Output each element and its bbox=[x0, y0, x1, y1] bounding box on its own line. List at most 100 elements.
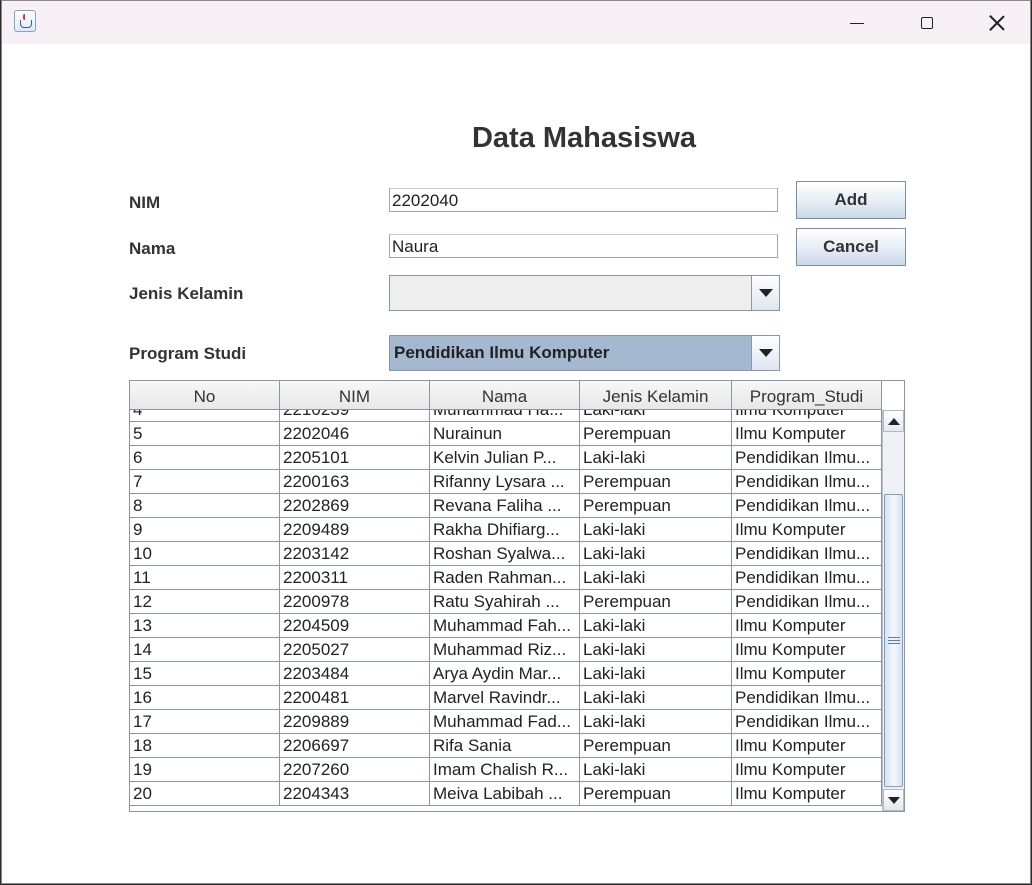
table-cell[interactable]: Muhammad Fad... bbox=[430, 710, 580, 734]
table-cell[interactable]: 14 bbox=[130, 638, 280, 662]
table-cell[interactable]: 19 bbox=[130, 758, 280, 782]
close-button[interactable] bbox=[962, 1, 1030, 44]
table-cell[interactable]: Perempuan bbox=[580, 782, 732, 806]
table-cell[interactable]: 13 bbox=[130, 614, 280, 638]
table-cell[interactable]: Perempuan bbox=[580, 734, 732, 758]
table-cell[interactable]: 2203484 bbox=[280, 662, 430, 686]
table-row[interactable]: 13 2204509 Muhammad Fah... Laki-laki Ilmu Ko… bbox=[130, 614, 882, 638]
table-cell[interactable]: Laki-laki bbox=[580, 410, 732, 422]
table-cell[interactable]: Laki-laki bbox=[580, 446, 732, 470]
scroll-up-button[interactable] bbox=[883, 410, 904, 432]
table-cell[interactable]: Meiva Labibah ... bbox=[430, 782, 580, 806]
table-cell[interactable]: 2205101 bbox=[280, 446, 430, 470]
table-cell[interactable]: Muhammad Fah... bbox=[430, 614, 580, 638]
table-cell[interactable]: Revana Faliha ... bbox=[430, 494, 580, 518]
table-cell[interactable]: Ilmu Komputer bbox=[732, 614, 882, 638]
table-cell[interactable]: Laki-laki bbox=[580, 638, 732, 662]
table-cell[interactable]: Perempuan bbox=[580, 494, 732, 518]
table-cell[interactable]: Rifanny Lysara ... bbox=[430, 470, 580, 494]
table-cell[interactable]: Roshan Syalwa... bbox=[430, 542, 580, 566]
table-cell[interactable]: 15 bbox=[130, 662, 280, 686]
column-header-jenis-kelamin[interactable]: Jenis Kelamin bbox=[580, 381, 732, 409]
table-cell[interactable]: 9 bbox=[130, 518, 280, 542]
table-cell[interactable]: Ilmu Komputer bbox=[732, 782, 882, 806]
table-cell[interactable]: 18 bbox=[130, 734, 280, 758]
table-cell[interactable]: Raden Rahman... bbox=[430, 566, 580, 590]
table-cell[interactable]: 2200163 bbox=[280, 470, 430, 494]
table-cell[interactable]: Ilmu Komputer bbox=[732, 638, 882, 662]
table-cell[interactable]: Perempuan bbox=[580, 590, 732, 614]
table-cell[interactable]: Laki-laki bbox=[580, 758, 732, 782]
table-cell[interactable]: Pendidikan Ilmu... bbox=[732, 542, 882, 566]
table-cell[interactable]: Pendidikan Ilmu... bbox=[732, 566, 882, 590]
table-row[interactable]: 6 2205101 Kelvin Julian P... Laki-laki Pendi… bbox=[130, 446, 882, 470]
table-cell[interactable]: Laki-laki bbox=[580, 566, 732, 590]
jenis-kelamin-select[interactable] bbox=[389, 275, 780, 311]
table-cell[interactable]: Laki-laki bbox=[580, 686, 732, 710]
table-cell[interactable]: Ilmu Komputer bbox=[732, 662, 882, 686]
scroll-down-button[interactable] bbox=[883, 789, 904, 811]
table-row[interactable]: 18 2206697 Rifa Sania Perempuan Ilmu Kompute… bbox=[130, 734, 882, 758]
table-cell[interactable]: Ratu Syahirah ... bbox=[430, 590, 580, 614]
table-cell[interactable]: Ilmu Komputer bbox=[732, 734, 882, 758]
table-cell[interactable]: 2202046 bbox=[280, 422, 430, 446]
table-cell[interactable]: Ilmu Komputer bbox=[732, 422, 882, 446]
table-cell[interactable]: Pendidikan Ilmu... bbox=[732, 494, 882, 518]
table-cell[interactable]: Rakha Dhifiarg... bbox=[430, 518, 580, 542]
table-cell[interactable]: 2204343 bbox=[280, 782, 430, 806]
table-cell[interactable]: 2204509 bbox=[280, 614, 430, 638]
table-cell[interactable]: Ilmu Komputer bbox=[732, 410, 882, 422]
table-row[interactable]: 11 2200311 Raden Rahman... Laki-laki Pendidi… bbox=[130, 566, 882, 590]
table-row[interactable]: 14 2205027 Muhammad Riz... Laki-laki Ilmu Ko… bbox=[130, 638, 882, 662]
table-row[interactable]: 17 2209889 Muhammad Fad... Laki-laki Pendidi… bbox=[130, 710, 882, 734]
add-button[interactable]: Add bbox=[796, 181, 906, 219]
minimize-button[interactable] bbox=[822, 1, 892, 44]
table-cell[interactable]: Rifa Sania bbox=[430, 734, 580, 758]
program-studi-dropdown-button[interactable] bbox=[751, 336, 779, 370]
scrollbar-thumb[interactable] bbox=[884, 494, 903, 787]
table-cell[interactable]: Pendidikan Ilmu... bbox=[732, 590, 882, 614]
table-cell[interactable]: Arya Aydin Mar... bbox=[430, 662, 580, 686]
table-row[interactable]: 16 2200481 Marvel Ravindr... Laki-laki Pendi… bbox=[130, 686, 882, 710]
table-cell[interactable]: Nurainun bbox=[430, 422, 580, 446]
table-cell[interactable]: Muhammad Ha... bbox=[430, 410, 580, 422]
table-cell[interactable]: 5 bbox=[130, 422, 280, 446]
table-cell[interactable]: Pendidikan Ilmu... bbox=[732, 710, 882, 734]
java-icon[interactable] bbox=[14, 10, 36, 32]
table-cell[interactable]: Ilmu Komputer bbox=[732, 518, 882, 542]
table-cell[interactable]: 17 bbox=[130, 710, 280, 734]
table-cell[interactable]: 16 bbox=[130, 686, 280, 710]
table-cell[interactable]: 2200481 bbox=[280, 686, 430, 710]
table-row[interactable]: 9 2209489 Rakha Dhifiarg... Laki-laki Ilmu K… bbox=[130, 518, 882, 542]
table-cell[interactable]: Imam Chalish R... bbox=[430, 758, 580, 782]
table-cell[interactable]: 2202869 bbox=[280, 494, 430, 518]
table-cell[interactable]: Laki-laki bbox=[580, 518, 732, 542]
table-cell[interactable]: 6 bbox=[130, 446, 280, 470]
table-row[interactable]: 42210239Muhammad Ha...Laki-lakiIlmu Komp… bbox=[130, 410, 882, 422]
table-row[interactable]: 7 2200163 Rifanny Lysara ... Perempuan Pendi… bbox=[130, 470, 882, 494]
column-header-program-studi[interactable]: Program_Studi bbox=[732, 381, 882, 409]
table-cell[interactable]: Pendidikan Ilmu... bbox=[732, 686, 882, 710]
table-cell[interactable]: 11 bbox=[130, 566, 280, 590]
table-row[interactable]: 19 2207260 Imam Chalish R... Laki-laki Ilmu … bbox=[130, 758, 882, 782]
table-cell[interactable]: 2210239 bbox=[280, 410, 430, 422]
table-cell[interactable]: 8 bbox=[130, 494, 280, 518]
table-cell[interactable]: Perempuan bbox=[580, 422, 732, 446]
nim-input[interactable]: 2202040 bbox=[389, 188, 778, 212]
table-cell[interactable]: Laki-laki bbox=[580, 662, 732, 686]
table-cell[interactable]: 4 bbox=[130, 410, 280, 422]
table-cell[interactable]: 7 bbox=[130, 470, 280, 494]
table-cell[interactable]: 10 bbox=[130, 542, 280, 566]
table-cell[interactable]: Kelvin Julian P... bbox=[430, 446, 580, 470]
table-row[interactable]: 15 2203484 Arya Aydin Mar... Laki-laki Ilmu … bbox=[130, 662, 882, 686]
table-row[interactable]: 20 2204343 Meiva Labibah ... Perempuan Ilmu … bbox=[130, 782, 882, 806]
column-header-nama[interactable]: Nama bbox=[430, 381, 580, 409]
table-cell[interactable]: 2205027 bbox=[280, 638, 430, 662]
table-row[interactable]: 5 2202046 Nurainun Perempuan Ilmu Komputer bbox=[130, 422, 882, 446]
table-cell[interactable]: Pendidikan Ilmu... bbox=[732, 470, 882, 494]
table-cell[interactable]: 2203142 bbox=[280, 542, 430, 566]
table-cell[interactable]: 2209489 bbox=[280, 518, 430, 542]
cancel-button[interactable]: Cancel bbox=[796, 228, 906, 266]
table-cell[interactable]: 2200311 bbox=[280, 566, 430, 590]
table-row[interactable]: 10 2203142 Roshan Syalwa... Laki-laki Pendid… bbox=[130, 542, 882, 566]
